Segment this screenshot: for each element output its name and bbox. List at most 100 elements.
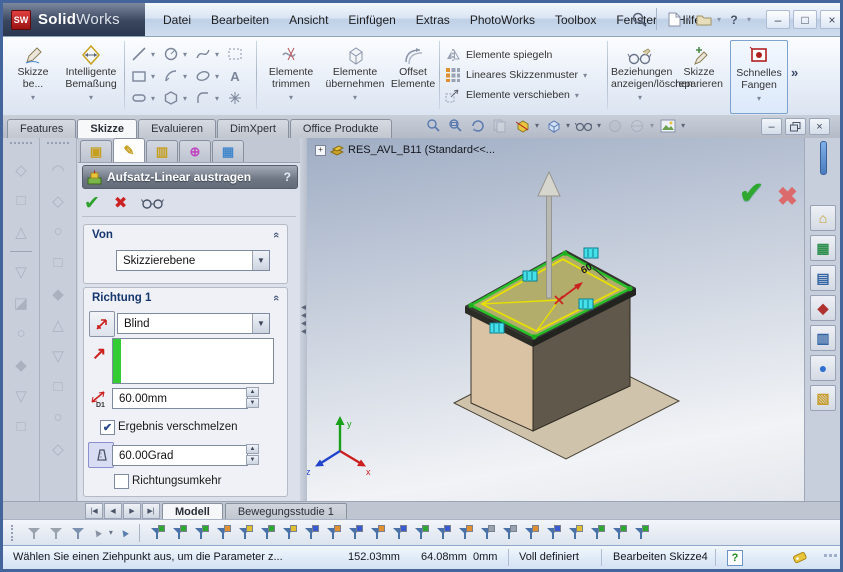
- display-style-dropdown[interactable]: ▾: [597, 121, 601, 130]
- feature-tool-icon-9[interactable]: □: [9, 416, 33, 437]
- circle-tool-icon[interactable]: [161, 45, 181, 63]
- pattern-dropdown[interactable]: ▾: [583, 71, 591, 80]
- rectangle-tool-icon[interactable]: [129, 67, 149, 85]
- shadows-icon[interactable]: [606, 117, 623, 134]
- spin-down-icon[interactable]: ▼: [246, 455, 259, 465]
- scene-icon[interactable]: [659, 117, 676, 134]
- menu-item-0[interactable]: Datei: [153, 10, 201, 30]
- draft-outward-checkbox[interactable]: ✔: [114, 474, 129, 489]
- toolbar-grip[interactable]: [10, 142, 32, 148]
- merge-result-checkbox[interactable]: ✔: [100, 420, 115, 435]
- end-condition-combo[interactable]: Blind ▼: [117, 313, 270, 334]
- tab-office-produkte[interactable]: Office Produkte: [290, 119, 392, 138]
- feature-tool-icon-8[interactable]: ▽: [9, 385, 33, 406]
- filter-surface-bodies-icon[interactable]: [215, 525, 231, 541]
- appearances-icon[interactable]: [628, 117, 645, 134]
- toolbar-grip[interactable]: [47, 142, 69, 148]
- selection-box-icon[interactable]: [225, 45, 245, 63]
- file-explorer-icon[interactable]: ◆: [810, 295, 836, 321]
- minimize-button[interactable]: –: [766, 10, 790, 29]
- repair-sketch-button[interactable]: Skizze reparieren: [671, 40, 727, 112]
- section-view-icon[interactable]: [513, 117, 530, 134]
- toolbar-grip[interactable]: [11, 525, 16, 541]
- menu-item-2[interactable]: Ansicht: [279, 10, 338, 30]
- filter-axes-icon[interactable]: [259, 525, 275, 541]
- configurationmanager-tab[interactable]: ▥: [146, 140, 178, 162]
- move-dropdown[interactable]: ▾: [575, 91, 583, 100]
- zoom-to-area-icon[interactable]: [447, 117, 464, 134]
- select-other-icon[interactable]: ▲: [116, 524, 132, 540]
- filter-balloons-icon[interactable]: [391, 525, 407, 541]
- tree-item-label[interactable]: RES_AVL_B11 (Standard<<...: [348, 144, 495, 156]
- spin-down-icon[interactable]: ▼: [246, 398, 259, 408]
- filter-annotations-icon[interactable]: [369, 525, 385, 541]
- rotate-view-icon[interactable]: [469, 117, 486, 134]
- feature-tool-icon-4[interactable]: ▽: [9, 261, 33, 282]
- surface-tool-icon-5[interactable]: ◆: [46, 283, 70, 304]
- depth-field[interactable]: 60.00mm: [112, 388, 248, 409]
- filter-geometric-tolerances-icon[interactable]: [435, 525, 451, 541]
- filter-faces-icon[interactable]: [193, 525, 209, 541]
- menu-item-3[interactable]: Einfügen: [338, 10, 405, 30]
- filter-weld-symbols-icon[interactable]: [501, 525, 517, 541]
- select-dropdown-icon[interactable]: ▾: [109, 528, 113, 537]
- surface-tool-icon-4[interactable]: □: [46, 252, 70, 273]
- mirror-entities-button[interactable]: Elemente spiegeln: [445, 45, 591, 65]
- filter-vertices-icon[interactable]: [149, 525, 165, 541]
- search-icon[interactable]: [631, 11, 648, 28]
- feature-tool-icon-2[interactable]: □: [9, 190, 33, 211]
- convert-dropdown[interactable]: ▾: [323, 92, 387, 104]
- prev-tab-icon[interactable]: ◀: [104, 503, 122, 519]
- trim-entities-button[interactable]: Elemente trimmen ▾: [261, 40, 321, 112]
- text-tool-icon[interactable]: A: [225, 67, 245, 85]
- resize-grip[interactable]: [824, 554, 837, 557]
- surface-tool-icon-9[interactable]: ○: [46, 407, 70, 428]
- surface-tool-icon-7[interactable]: ▽: [46, 345, 70, 366]
- tab-bewegungsstudie[interactable]: Bewegungsstudie 1: [225, 503, 347, 520]
- featuremanager-tree-tab[interactable]: ▣: [80, 140, 112, 162]
- menu-item-1[interactable]: Bearbeiten: [201, 10, 279, 30]
- menu-item-5[interactable]: PhotoWorks: [460, 10, 545, 30]
- feature-tool-icon-6[interactable]: ○: [9, 323, 33, 344]
- spin-up-icon[interactable]: ▲: [246, 444, 259, 454]
- ellipse-tool-icon[interactable]: [193, 67, 213, 85]
- slot-tool-icon[interactable]: [129, 89, 149, 107]
- filter-surface-finish-icon[interactable]: [479, 525, 495, 541]
- point-tool-icon[interactable]: [225, 89, 245, 107]
- next-tab-icon[interactable]: ▶: [123, 503, 141, 519]
- filter-edges-icon[interactable]: [171, 525, 187, 541]
- display-style-icon[interactable]: [575, 117, 592, 134]
- feature-tool-icon-1[interactable]: ◇: [9, 159, 33, 180]
- combo-arrow-icon[interactable]: ▼: [252, 314, 269, 333]
- filter-centerlines-icon[interactable]: [589, 525, 605, 541]
- smart-dimension-button[interactable]: Intelligente Bemaßung ▾: [60, 40, 122, 112]
- filter-sketch-points-icon[interactable]: [303, 525, 319, 541]
- surface-tool-icon-3[interactable]: ○: [46, 221, 70, 242]
- tab-dimxpert[interactable]: DimXpert: [217, 119, 289, 138]
- quick-tips-icon[interactable]: ?: [727, 550, 743, 566]
- surface-tool-icon-8[interactable]: □: [46, 376, 70, 397]
- quick-snaps-dropdown[interactable]: ▾: [731, 93, 787, 105]
- cancel-button[interactable]: ✖: [114, 194, 127, 213]
- relations-dropdown[interactable]: ▾: [611, 92, 669, 104]
- filter-blocks-icon[interactable]: [545, 525, 561, 541]
- clear-all-filters-icon[interactable]: [48, 525, 64, 541]
- filter-connection-points-icon[interactable]: [611, 525, 627, 541]
- sketch-dropdown[interactable]: ▾: [7, 92, 59, 104]
- displaymanager-tab[interactable]: ▦: [212, 140, 244, 162]
- surface-tool-icon-6[interactable]: △: [46, 314, 70, 335]
- filter-notes-icon[interactable]: [457, 525, 473, 541]
- filter-planes-icon[interactable]: [281, 525, 297, 541]
- doc-restore-button[interactable]: [785, 118, 806, 135]
- design-library-icon[interactable]: ▤: [810, 265, 836, 291]
- filter-dimensions-icon[interactable]: [347, 525, 363, 541]
- confirmation-corner-cancel[interactable]: ✖: [777, 182, 798, 212]
- doc-close-button[interactable]: ×: [809, 118, 830, 135]
- ribbon-overflow-button[interactable]: »: [791, 65, 798, 80]
- display-delete-relations-button[interactable]: Beziehungen anzeigen/löschen ▾: [611, 40, 669, 112]
- view-orientation-dropdown[interactable]: ▾: [566, 121, 570, 130]
- graphics-viewport[interactable]: 60 y x: [307, 138, 804, 501]
- surface-tool-icon-2[interactable]: ◇: [46, 190, 70, 211]
- direction-selection-box[interactable]: [112, 338, 274, 384]
- filter-sketches-icon[interactable]: [325, 525, 341, 541]
